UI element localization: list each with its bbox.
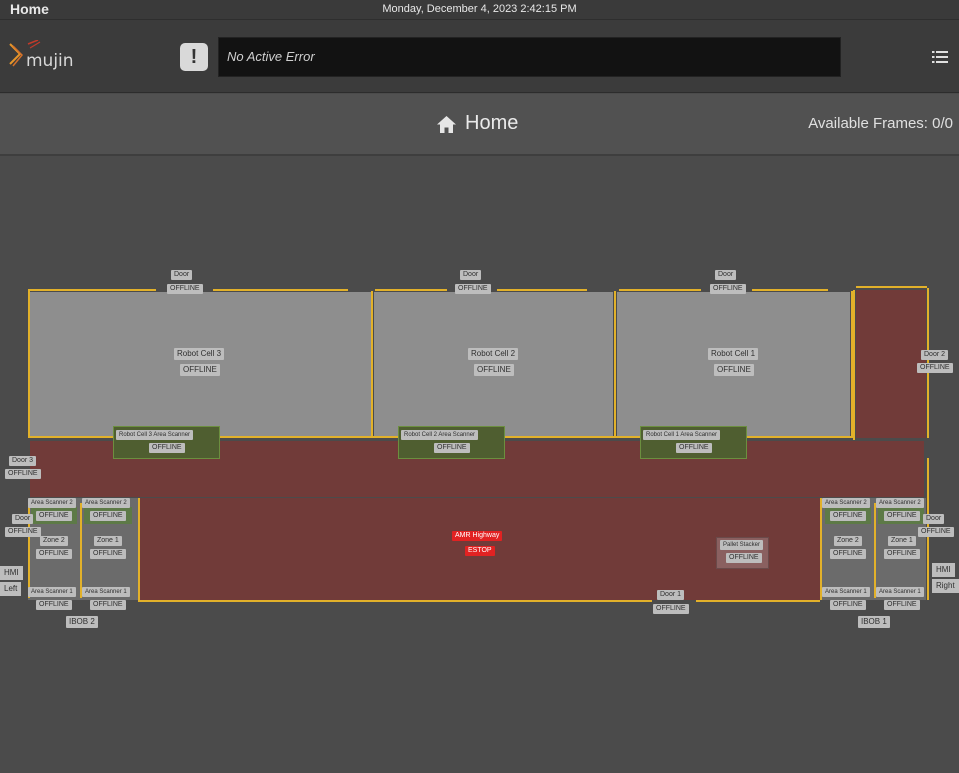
scanner-label: Robot Cell 2 Area Scanner [401, 430, 479, 440]
scanner-status: OFFLINE [676, 443, 712, 453]
cell-label: Robot Cell 2 [468, 348, 519, 360]
ibob1-scanner-1b-status: OFFLINE [884, 600, 920, 610]
door-status[interactable]: OFFLINE [710, 284, 746, 294]
ibob2-scanner-1a-status: OFFLINE [36, 600, 72, 610]
page-title-text: Home [465, 112, 519, 134]
exclamation-icon[interactable]: ! [180, 43, 208, 71]
header: mujin ! No Active Error [0, 20, 959, 93]
ibob2-scanner-1b-label: Area Scanner 1 [82, 587, 130, 597]
door-status[interactable]: OFFLINE [167, 284, 203, 294]
ibob2-scanner-1a-label: Area Scanner 1 [28, 587, 76, 597]
door-1-status[interactable]: OFFLINE [653, 604, 689, 614]
cell-label: Robot Cell 1 [708, 348, 759, 360]
door-label: Door [715, 270, 737, 280]
mujin-logo: mujin [8, 39, 88, 72]
door-label: Door [460, 270, 482, 280]
hmi-left-line1[interactable]: HMI [0, 566, 23, 580]
door-2-status[interactable]: OFFLINE [917, 363, 953, 373]
ibob2-scanner-1b-status: OFFLINE [90, 600, 126, 610]
home-icon [437, 116, 456, 133]
ibob2-scanner-2b-label: Area Scanner 2 [82, 498, 130, 508]
layout-map: Door OFFLINE Door OFFLINE Door OFFLINE R… [0, 158, 959, 773]
ibob-2-label[interactable]: IBOB 2 [66, 616, 98, 628]
ibob2-zone-1-label: Zone 1 [94, 536, 122, 546]
scanner-status: OFFLINE [149, 443, 185, 453]
ibob2-scanner-2a-status: OFFLINE [36, 511, 72, 521]
pallet-stacker-status: OFFLINE [726, 553, 762, 563]
door-2-label: Door 2 [921, 350, 949, 360]
ibob2-zone-2-status[interactable]: OFFLINE [36, 549, 72, 559]
door-right-label: Door [923, 514, 945, 524]
scanner-label: Robot Cell 1 Area Scanner [643, 430, 721, 440]
ibob1-zone-1-status[interactable]: OFFLINE [884, 549, 920, 559]
ibob1-zone-1-label: Zone 1 [888, 536, 916, 546]
cell-status[interactable]: OFFLINE [180, 364, 220, 376]
hmi-left-line2[interactable]: Left [0, 582, 22, 596]
door-label: Door [171, 270, 193, 280]
door-3-status[interactable]: OFFLINE [5, 469, 41, 479]
cell-label: Robot Cell 3 [174, 348, 225, 360]
pallet-stacker-label: Pallet Stacker [720, 540, 764, 550]
ibob2-zone-2-label: Zone 2 [40, 536, 68, 546]
door-3-label: Door 3 [9, 456, 37, 466]
ibob1-zone-2-label: Zone 2 [834, 536, 862, 546]
cell-status[interactable]: OFFLINE [714, 364, 754, 376]
door-2-zone[interactable] [856, 290, 926, 438]
ibob1-scanner-2b-label: Area Scanner 2 [876, 498, 924, 508]
ibob1-scanner-1a-status: OFFLINE [830, 600, 866, 610]
scanner-label: Robot Cell 3 Area Scanner [116, 430, 194, 440]
hmi-right-line2[interactable]: Right [932, 579, 959, 593]
door-1-label: Door 1 [657, 590, 685, 600]
app-root: Home Monday, December 4, 2023 2:42:15 PM… [0, 0, 959, 773]
scanner-status: OFFLINE [434, 443, 470, 453]
ibob1-scanner-2a-label: Area Scanner 2 [822, 498, 870, 508]
system-bar: Home Monday, December 4, 2023 2:42:15 PM [0, 0, 959, 20]
list-icon[interactable] [932, 50, 948, 64]
hmi-right-line1[interactable]: HMI [932, 563, 955, 577]
door-status[interactable]: OFFLINE [455, 284, 491, 294]
amr-highway-status[interactable]: ESTOP [465, 546, 495, 556]
ibob2-zone-1-status[interactable]: OFFLINE [90, 549, 126, 559]
ibob2-scanner-2a-label: Area Scanner 2 [28, 498, 76, 508]
ibob1-zone-2-status[interactable]: OFFLINE [830, 549, 866, 559]
ibob1-scanner-2a-status: OFFLINE [830, 511, 866, 521]
ibob-1-label[interactable]: IBOB 1 [858, 616, 890, 628]
ibob1-scanner-1a-label: Area Scanner 1 [822, 587, 870, 597]
cell-status[interactable]: OFFLINE [474, 364, 514, 376]
error-status-field: No Active Error [218, 37, 841, 77]
door-left-label: Door [12, 514, 34, 524]
available-frames: Available Frames: 0/0 [808, 115, 953, 132]
door-left-status[interactable]: OFFLINE [5, 527, 41, 537]
svg-text:mujin: mujin [26, 51, 74, 71]
door-right-status[interactable]: OFFLINE [918, 527, 954, 537]
page-title-bar: Home Available Frames: 0/0 [0, 94, 959, 156]
amr-highway-label: AMR Highway [452, 531, 503, 541]
ibob2-scanner-2b-status: OFFLINE [90, 511, 126, 521]
ibob1-scanner-2b-status: OFFLINE [884, 511, 920, 521]
system-clock: Monday, December 4, 2023 2:42:15 PM [382, 3, 577, 15]
ibob1-scanner-1b-label: Area Scanner 1 [876, 587, 924, 597]
